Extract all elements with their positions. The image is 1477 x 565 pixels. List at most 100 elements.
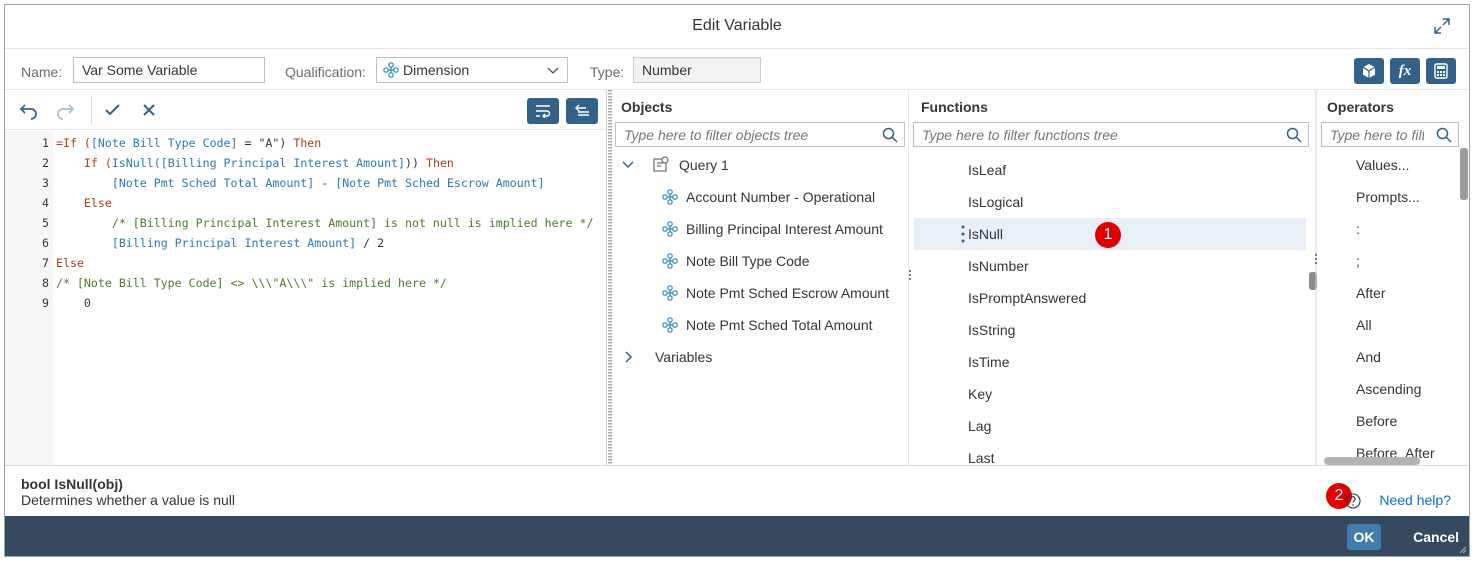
operator-item[interactable]: Values... [1356,149,1409,181]
wrap-text-button[interactable] [527,98,559,124]
function-item[interactable]: IsLogical [968,186,1023,218]
function-item[interactable]: Lag [968,410,991,442]
functions-filter-input[interactable] [914,123,1282,146]
functions-panel: Functions IsLeafIsLogicalIsNullIsNumberI… [912,90,1317,466]
code-token: Else [56,256,84,270]
undo-icon[interactable] [19,100,39,120]
cube-icon [1362,64,1376,78]
format-code-button[interactable] [566,98,598,124]
code-token: Then [293,136,322,150]
code-area[interactable]: 1 =If ([Note Bill Type Code] = "A") Then 2… [5,131,606,465]
object-item-label: Account Number - Operational [686,189,876,205]
code-line[interactable]: If (IsNull([Billing Principal Interest A… [56,153,454,173]
help-icon[interactable] [1345,493,1361,509]
annotation-badge-1: 1 [1095,222,1121,248]
need-help-link[interactable]: Need help? [1379,492,1451,508]
function-button[interactable]: fx [1390,58,1420,84]
code-token: [Note Pmt Sched Escrow Amount] [335,176,545,190]
line-number: 1 [42,136,49,150]
function-item[interactable]: IsNull [968,218,1003,250]
line-number: 7 [42,256,49,270]
formula-editor: 1 =If ([Note Bill Type Code] = "A") Then 2… [5,90,607,465]
qualification-value: Dimension [403,62,470,78]
dimension-icon [662,317,678,333]
qualification-select[interactable]: Dimension [376,57,568,83]
validate-check-icon[interactable] [103,100,123,120]
object-item-label: Note Bill Type Code [686,253,810,269]
function-item[interactable]: IsString [968,314,1015,346]
name-label: Name: [21,64,63,80]
calculator-icon [1434,63,1448,79]
object-item-label: Note Pmt Sched Escrow Amount [686,285,890,301]
chevron-down-icon[interactable] [547,65,559,75]
code-line[interactable]: Else [56,253,84,273]
fx-icon: fx [1398,62,1412,79]
code-line[interactable]: /* [Billing Principal Interest Amount] i… [56,213,594,233]
code-line[interactable]: [Billing Principal Interest Amount] / 2 [56,233,384,253]
ok-button[interactable]: OK [1347,524,1381,550]
code-token: IsNull( [111,156,161,170]
editor-toolbar [5,90,606,130]
function-item[interactable]: IsLeaf [968,154,1006,186]
search-icon[interactable] [882,127,898,143]
type-label: Type: [590,64,625,80]
search-icon[interactable] [1286,127,1302,143]
qualification-label: Qualification: [285,64,366,80]
function-item[interactable]: IsTime [968,346,1009,378]
code-token: [Note Pmt Sched Total Amount] [56,176,315,190]
code-token: = "A") [237,136,294,150]
function-item[interactable]: IsNumber [968,250,1029,282]
edit-variable-dialog: Edit Variable Name: Qualification: Dimen… [4,4,1470,557]
resize-grip-icon[interactable] [1459,546,1467,554]
operators-scrollbar[interactable] [1460,148,1468,200]
clear-close-icon[interactable] [139,100,159,120]
objects-title: Objects [621,99,673,115]
code-line[interactable]: =If ([Note Bill Type Code] = "A") Then [56,133,321,153]
operator-item[interactable]: Before [1356,405,1397,437]
name-input[interactable] [73,57,265,83]
line-number: 4 [42,196,49,210]
query-label: Query 1 [679,157,729,173]
line-number: 5 [42,216,49,230]
code-token: /* [Note Bill Type Code] <> \\\"A\\\" is… [56,276,447,290]
code-line[interactable]: Else [56,193,112,213]
variables-label: Variables [655,349,713,365]
operators-h-scrollbar[interactable] [1324,457,1420,465]
functions-title: Functions [921,99,988,115]
redo-icon[interactable] [55,100,75,120]
objects-filter[interactable] [615,122,905,147]
function-item[interactable]: Key [968,378,992,410]
line-number: 2 [42,156,49,170]
code-line[interactable]: 0 [56,293,91,313]
calculator-button[interactable] [1426,58,1456,84]
chevron-down-icon[interactable] [622,160,634,170]
operator-item[interactable]: All [1356,309,1372,341]
type-field: Number [633,57,761,83]
operator-item[interactable]: Prompts... [1356,181,1420,213]
operator-item[interactable]: And [1356,341,1381,373]
line-number: 8 [42,276,49,290]
objects-filter-input[interactable] [616,123,878,146]
code-line[interactable]: [Note Pmt Sched Total Amount] - [Note Pm… [56,173,545,193]
line-number: 9 [42,296,49,310]
code-token: Then [425,156,454,170]
functions-filter[interactable] [913,122,1309,147]
expand-icon[interactable] [1433,17,1451,35]
code-token: /* [Billing Principal Interest Amount] i… [56,216,594,230]
cancel-button[interactable]: Cancel [1413,524,1459,550]
operator-item[interactable]: : [1356,213,1360,245]
code-line[interactable]: /* [Note Bill Type Code] <> \\\"A\\\" is… [56,273,447,293]
cube-icon-button[interactable] [1354,58,1384,84]
operator-item[interactable]: After [1356,277,1386,309]
chevron-right-icon[interactable] [624,351,634,363]
code-token: / 2 [356,236,385,250]
code-token: [Billing Principal Interest Amount] [56,236,357,250]
function-item[interactable]: IsPromptAnswered [968,282,1086,314]
operator-item[interactable]: Ascending [1356,373,1421,405]
operator-item[interactable]: ; [1356,245,1360,277]
drag-handle-icon[interactable] [961,224,965,244]
code-token: )) [405,156,426,170]
format-code-icon [575,104,589,116]
object-item-label: Note Pmt Sched Total Amount [686,317,873,333]
code-token: - [314,176,336,190]
